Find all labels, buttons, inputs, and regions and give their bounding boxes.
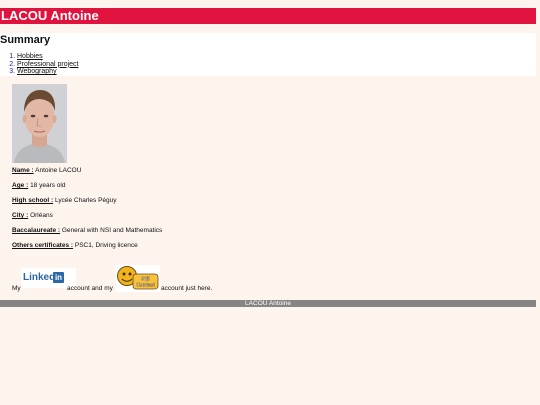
stil-contact-link[interactable]: Stil Contact: [116, 265, 160, 292]
name-value: Antoine LACOU: [35, 167, 82, 174]
high-school-field: High school : Lycée Charles Péguy: [12, 197, 117, 205]
footer-text: LACOU Antoine: [245, 300, 291, 307]
certificates-value: PSC1, Driving licence: [74, 242, 138, 249]
accounts-text-after: account just here.: [161, 285, 213, 292]
summary-item-webography: Webography: [17, 68, 78, 76]
linkedin-logo-text: Linked: [23, 272, 56, 283]
accounts-text-middle: account and my: [67, 285, 113, 292]
professional-project-link[interactable]: Professional project: [17, 61, 78, 68]
certificates-field: Others certificates : PSC1, Driving lice…: [12, 242, 138, 250]
city-label: City :: [12, 212, 29, 219]
baccalaureate-field: Baccalaureate : General with NSI and Mat…: [12, 227, 162, 235]
page-footer: LACOU Antoine: [0, 300, 536, 307]
accounts-text-before: My: [12, 285, 21, 292]
svg-text:Contact: Contact: [136, 283, 155, 289]
high-school-value: Lycée Charles Péguy: [54, 197, 117, 204]
certificates-label: Others certificates :: [12, 242, 74, 249]
age-value: 18 years old: [30, 182, 66, 189]
high-school-label: High school :: [12, 197, 54, 204]
summary-section: Summary Hobbies Professional project Web…: [0, 33, 536, 76]
summary-item-hobbies: Hobbies: [17, 53, 78, 61]
baccalaureate-value: General with NSI and Mathematics: [61, 227, 163, 234]
baccalaureate-label: Baccalaureate :: [12, 227, 61, 234]
page-title: LACOU Antoine: [1, 8, 99, 23]
summary-item-professional-project: Professional project: [17, 61, 78, 69]
city-value: Orléans: [30, 212, 53, 219]
accounts-line: My Linked in account and my Stil Contact…: [12, 265, 272, 295]
summary-heading: Summary: [0, 34, 51, 46]
name-field: Name : Antoine LACOU: [12, 167, 81, 175]
portrait-image: [12, 84, 67, 163]
linkedin-logo-icon: in: [53, 272, 64, 283]
page-header: LACOU Antoine: [0, 8, 536, 24]
hobbies-link[interactable]: Hobbies: [17, 53, 43, 60]
age-label: Age :: [12, 182, 29, 189]
summary-list: Hobbies Professional project Webography: [0, 53, 78, 76]
profile-photo: [12, 84, 67, 163]
age-field: Age : 18 years old: [12, 182, 65, 190]
webography-link[interactable]: Webography: [17, 68, 57, 75]
name-label: Name :: [12, 167, 34, 174]
stil-contact-logo-icon: Stil Contact: [117, 266, 159, 290]
city-field: City : Orléans: [12, 212, 53, 220]
